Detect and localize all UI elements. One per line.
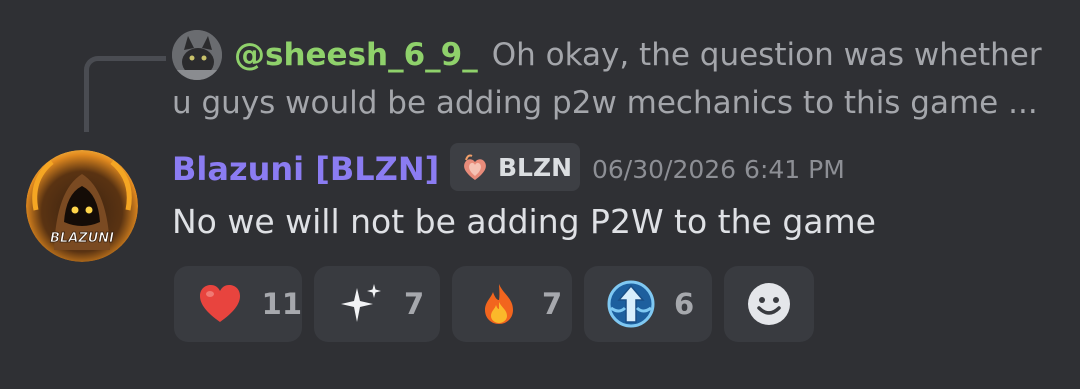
- server-tag-badge[interactable]: BLZN: [450, 143, 580, 191]
- add-reaction-button[interactable]: [724, 266, 814, 342]
- reaction-sparkles[interactable]: 7: [314, 266, 440, 342]
- reply-preview-line-2[interactable]: u guys would be adding p2w mechanics to …: [172, 80, 1062, 126]
- hooded-figure-avatar-icon: BLAZUNI: [26, 150, 138, 262]
- reply-mention-username[interactable]: @sheesh_6_9_: [234, 37, 478, 73]
- fire-heart-tag-icon: [464, 154, 486, 180]
- server-tag-label: BLZN: [498, 152, 573, 182]
- smiley-face-icon: [742, 277, 796, 331]
- fire-icon: [472, 277, 526, 331]
- reaction-count: 11: [261, 287, 302, 321]
- reply-connector-line: [84, 56, 166, 132]
- reply-preview-text: Oh okay, the question was whether: [491, 37, 1042, 73]
- heart-icon: [194, 277, 246, 331]
- reaction-fire[interactable]: 7: [452, 266, 572, 342]
- reaction-count: 7: [542, 287, 563, 321]
- reply-preview-line-1[interactable]: @sheesh_6_9_ Oh okay, the question was wh…: [234, 32, 1074, 78]
- reaction-upgrade-arrow[interactable]: 6: [584, 266, 712, 342]
- reaction-heart[interactable]: 11: [174, 266, 302, 342]
- reaction-count: 6: [674, 287, 695, 321]
- message-timestamp[interactable]: 06/30/2026 6:41 PM: [592, 150, 845, 190]
- reaction-count: 7: [404, 287, 425, 321]
- message-content: No we will not be adding P2W to the game: [172, 202, 876, 241]
- author-username[interactable]: Blazuni [BLZN]: [172, 146, 439, 192]
- author-avatar[interactable]: BLAZUNI: [26, 150, 138, 262]
- upgrade-arrow-icon: [604, 277, 658, 331]
- avatar-logo-text: BLAZUNI: [50, 231, 114, 246]
- sparkles-icon: [334, 277, 388, 331]
- reply-avatar[interactable]: [172, 30, 222, 80]
- cat-avatar-icon: [172, 30, 222, 80]
